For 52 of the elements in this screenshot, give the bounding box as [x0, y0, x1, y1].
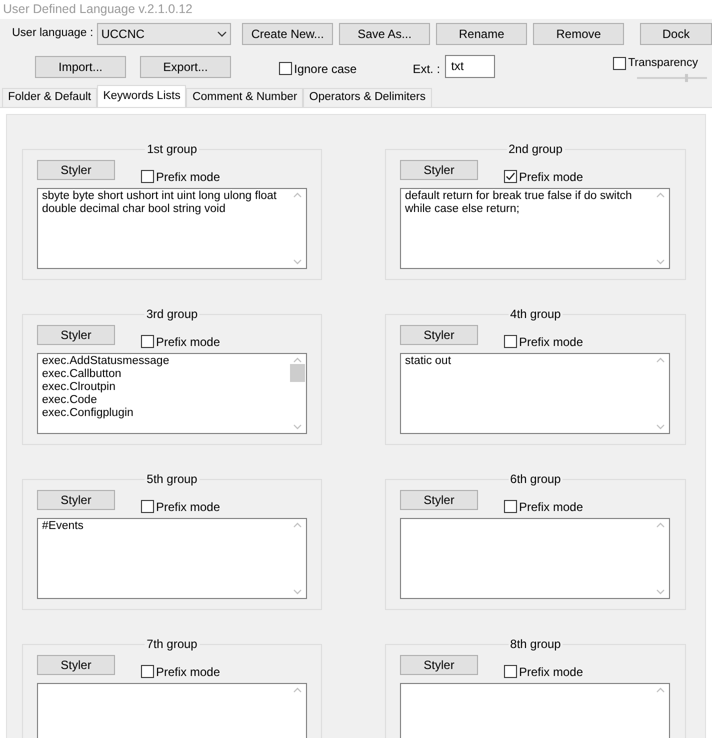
window-title: User Defined Language v.2.1.0.12 — [3, 1, 192, 18]
keywords-field[interactable]: static out — [400, 352, 670, 434]
prefix-checkbox[interactable] — [504, 335, 517, 348]
checkbox-label: Prefix mode — [519, 334, 584, 349]
checkbox-label: Prefix mode — [519, 500, 584, 514]
keywords-field[interactable]: exec.AddStatusmessage exec.Callbutton exec.Clroutpin exec.Code exec.Configplugin — [37, 352, 307, 434]
prefix-checkbox[interactable] — [141, 335, 154, 348]
tab[interactable]: Folder & Default — [2, 88, 98, 107]
prefix-checkbox[interactable] — [141, 665, 154, 678]
styler-button[interactable]: Styler — [400, 654, 478, 675]
checkbox-label: Prefix mode — [519, 170, 584, 184]
toolbar-button[interactable]: Dock — [640, 22, 712, 45]
prefix-checkbox[interactable] — [141, 500, 154, 514]
tab[interactable]: Comment & Number — [186, 88, 304, 107]
styler-button[interactable]: Styler — [400, 160, 478, 180]
language-label: User language : — [12, 26, 94, 42]
keywords-field[interactable]: #Events — [37, 518, 307, 599]
keywords-field[interactable]: default return for break true false if do switch while case else return; — [400, 188, 670, 269]
checkbox-label: Prefix mode — [156, 500, 220, 514]
checkbox-label: Ignore case — [294, 60, 357, 78]
ignore-case-checkbox[interactable] — [279, 62, 292, 76]
language-dropdown[interactable]: UCCNC — [97, 22, 232, 45]
toolbar-button[interactable]: Export... — [140, 56, 231, 78]
keywords-field[interactable] — [400, 518, 670, 599]
checkbox-label: Prefix mode — [156, 334, 220, 349]
styler-button[interactable]: Styler — [400, 324, 478, 345]
styler-button[interactable]: Styler — [37, 160, 115, 180]
ext-field[interactable]: txt — [445, 54, 496, 78]
prefix-checkbox[interactable] — [504, 500, 517, 514]
tab[interactable]: Keywords Lists — [97, 84, 186, 107]
styler-button[interactable]: Styler — [37, 324, 115, 345]
toolbar-button[interactable]: Save As... — [339, 22, 430, 45]
opacity-slider[interactable] — [685, 74, 688, 82]
prefix-checkbox[interactable] — [504, 170, 517, 184]
ext-label: Ext. : — [412, 60, 440, 78]
keywords-field[interactable]: sbyte byte short ushort int uint long ulong float double decimal char bool string void — [37, 188, 307, 269]
styler-button[interactable]: Styler — [37, 490, 115, 510]
checkbox-label: Prefix mode — [519, 664, 584, 679]
transparency-checkbox[interactable] — [613, 56, 626, 70]
tab[interactable]: Operators & Delimiters — [303, 88, 432, 107]
caret-icon — [217, 30, 228, 37]
prefix-checkbox[interactable] — [504, 665, 517, 678]
checkbox-label: Prefix mode — [156, 664, 220, 679]
toolbar-button[interactable]: Rename — [436, 22, 528, 45]
styler-button[interactable]: Styler — [37, 654, 115, 675]
toolbar-button[interactable]: Import... — [35, 56, 126, 78]
checkbox-label: Prefix mode — [156, 170, 220, 184]
checkbox-label: Transparency — [628, 56, 698, 71]
toolbar-button[interactable]: Remove — [533, 22, 624, 45]
toolbar-button[interactable]: Create New... — [242, 22, 334, 45]
styler-button[interactable]: Styler — [400, 490, 478, 510]
prefix-checkbox[interactable] — [141, 170, 154, 184]
